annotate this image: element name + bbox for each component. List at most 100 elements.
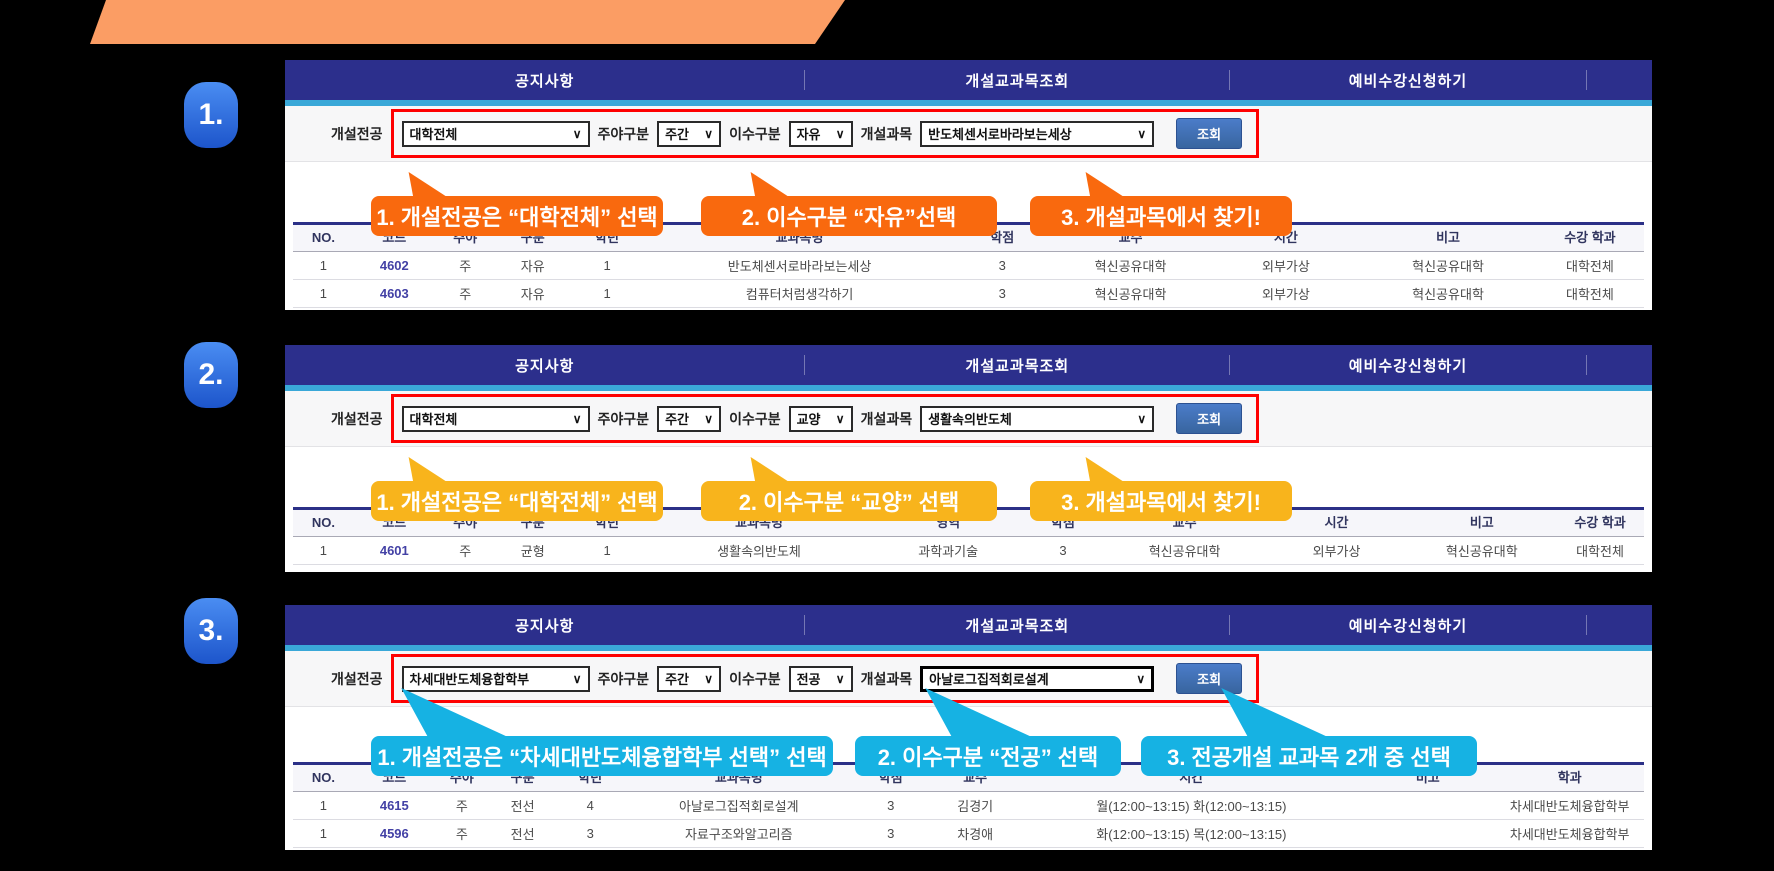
step-badge-3: 3. <box>184 598 238 664</box>
course-label: 개설과목 <box>861 669 913 689</box>
cell-credits: 3 <box>854 820 928 848</box>
chevron-down-icon: ∨ <box>1136 672 1145 686</box>
cell-no: 1 <box>293 280 354 308</box>
major-select[interactable]: 대학전체 ∨ <box>402 121 590 147</box>
cell-code-link[interactable]: 4602 <box>354 252 435 280</box>
course-select[interactable]: 반도체센서로바라보는세상 ∨ <box>920 121 1154 147</box>
cell-dept: 대학전체 <box>1556 537 1644 565</box>
callout-pointer-icon <box>741 457 821 483</box>
cell-time: 외부가상 <box>1266 537 1408 565</box>
callout-1: 1. 개설전공은 “차세대반도체융합학부 선택” 선택 <box>371 736 833 776</box>
cell-daynight: 주 <box>435 252 496 280</box>
tab-course-search[interactable]: 개설교과목조회 <box>805 345 1229 385</box>
cell-time: 화(12:00~13:15) 목(12:00~13:15) <box>1022 820 1360 848</box>
daynight-select[interactable]: 주간 ∨ <box>657 666 721 692</box>
table-row: 1 4615 주 전선 4 아날로그집적회로설계 3 김경기 월(12:00~1… <box>293 792 1644 820</box>
cell-year: 4 <box>556 792 624 820</box>
cell-type: 자유 <box>496 252 570 280</box>
category-label: 이수구분 <box>729 669 781 689</box>
daynight-select[interactable]: 주간 ∨ <box>657 406 721 432</box>
chevron-down-icon: ∨ <box>836 672 845 686</box>
course-label: 개설과목 <box>861 124 913 144</box>
daynight-select-value: 주간 <box>665 124 689 143</box>
tab-pre-registration[interactable]: 예비수강신청하기 <box>1230 345 1585 385</box>
filter-row: 개설전공 차세대반도체융합학부 ∨ 주야구분 주간 ∨ 이수구분 전공 ∨ 개설… <box>285 651 1652 707</box>
cell-dept: 대학전체 <box>1536 280 1644 308</box>
cell-credits: 3 <box>854 792 928 820</box>
cell-code-link[interactable]: 4601 <box>354 537 435 565</box>
chevron-down-icon: ∨ <box>836 127 845 141</box>
tab-course-search[interactable]: 개설교과목조회 <box>805 605 1229 645</box>
major-label: 개설전공 <box>331 409 383 429</box>
course-select-highlighted[interactable]: 아날로그집적회로설계 ∨ <box>920 666 1154 692</box>
cell-note <box>1360 792 1495 820</box>
cell-professor: 혁신공유대학 <box>1050 252 1212 280</box>
cell-no: 1 <box>293 252 354 280</box>
tab-course-search[interactable]: 개설교과목조회 <box>805 60 1229 100</box>
course-select[interactable]: 생활속의반도체 ∨ <box>920 406 1154 432</box>
category-select-value: 전공 <box>797 669 821 688</box>
category-select-value: 교양 <box>797 409 821 428</box>
cell-time: 외부가상 <box>1212 252 1361 280</box>
daynight-select-value: 주간 <box>665 669 689 688</box>
callout-3-text: 3. 전공개설 교과목 2개 중 선택 <box>1167 740 1451 772</box>
cell-year: 1 <box>570 252 644 280</box>
search-button[interactable]: 조회 <box>1176 118 1242 149</box>
cell-daynight: 주 <box>435 792 489 820</box>
search-button[interactable]: 조회 <box>1176 403 1242 434</box>
cell-area: 과학과기술 <box>874 537 1023 565</box>
tab-notice[interactable]: 공지사항 <box>285 60 804 100</box>
cell-daynight: 주 <box>435 280 496 308</box>
nav-separator <box>1586 70 1587 90</box>
table-row: 1 4602 주 자유 1 반도체센서로바라보는세상 3 혁신공유대학 외부가상… <box>293 252 1644 280</box>
col-note: 비고 <box>1407 509 1556 537</box>
cell-professor: 차경애 <box>928 820 1023 848</box>
col-dept: 수강 학과 <box>1536 224 1644 252</box>
daynight-select[interactable]: 주간 ∨ <box>657 121 721 147</box>
category-label: 이수구분 <box>729 409 781 429</box>
major-select[interactable]: 대학전체 ∨ <box>402 406 590 432</box>
category-label: 이수구분 <box>729 124 781 144</box>
callout-3: 3. 전공개설 교과목 2개 중 선택 <box>1141 736 1477 776</box>
category-select[interactable]: 전공 ∨ <box>789 666 853 692</box>
callout-1-text: 1. 개설전공은 “차세대반도체융합학부 선택” 선택 <box>377 740 826 772</box>
cell-professor: 혁신공유대학 <box>1104 537 1266 565</box>
callout-1: 1. 개설전공은 “대학전체” 선택 <box>371 481 663 521</box>
tab-notice[interactable]: 공지사항 <box>285 605 804 645</box>
callout-1: 1. 개설전공은 “대학전체” 선택 <box>371 196 663 236</box>
tab-notice[interactable]: 공지사항 <box>285 345 804 385</box>
category-select[interactable]: 교양 ∨ <box>789 406 853 432</box>
col-note: 비고 <box>1360 224 1536 252</box>
cell-daynight: 주 <box>435 537 496 565</box>
nav-bar: 공지사항 개설교과목조회 예비수강신청하기 <box>285 60 1652 100</box>
cell-code-link[interactable]: 4615 <box>354 792 435 820</box>
cell-code-link[interactable]: 4603 <box>354 280 435 308</box>
panel-step-1: 공지사항 개설교과목조회 예비수강신청하기 개설전공 대학전체 ∨ 주야구분 주… <box>285 60 1652 310</box>
chevron-down-icon: ∨ <box>573 127 582 141</box>
step-badge-1: 1. <box>184 82 238 148</box>
cell-code-link[interactable]: 4596 <box>354 820 435 848</box>
callout-2-text: 2. 이수구분 “자유”선택 <box>742 200 957 232</box>
callout-pointer-icon <box>399 172 479 198</box>
callout-zone: 1. 개설전공은 “대학전체” 선택 2. 이수구분 “교양” 선택 3. 개설… <box>285 447 1652 507</box>
callout-pointer-icon <box>741 172 821 198</box>
category-select[interactable]: 자유 ∨ <box>789 121 853 147</box>
tab-pre-registration[interactable]: 예비수강신청하기 <box>1230 60 1585 100</box>
cell-course-name: 아날로그집적회로설계 <box>624 792 854 820</box>
panel-step-3: 공지사항 개설교과목조회 예비수강신청하기 개설전공 차세대반도체융합학부 ∨ … <box>285 605 1652 850</box>
major-label: 개설전공 <box>331 124 383 144</box>
cell-note: 혁신공유대학 <box>1360 280 1536 308</box>
callout-1-text: 1. 개설전공은 “대학전체” 선택 <box>376 485 657 517</box>
cell-note: 혁신공유대학 <box>1407 537 1556 565</box>
course-select-value: 생활속의반도체 <box>928 409 1012 428</box>
course-select-value: 아날로그집적회로설계 <box>929 669 1049 688</box>
cell-course-name: 생활속의반도체 <box>644 537 874 565</box>
cell-daynight: 주 <box>435 820 489 848</box>
cell-no: 1 <box>293 820 354 848</box>
callout-2-text: 2. 이수구분 “교양” 선택 <box>739 485 960 517</box>
tab-pre-registration[interactable]: 예비수강신청하기 <box>1230 605 1585 645</box>
major-select[interactable]: 차세대반도체융합학부 ∨ <box>402 666 590 692</box>
chevron-down-icon: ∨ <box>836 412 845 426</box>
search-button[interactable]: 조회 <box>1176 663 1242 694</box>
cell-professor: 김경기 <box>928 792 1023 820</box>
